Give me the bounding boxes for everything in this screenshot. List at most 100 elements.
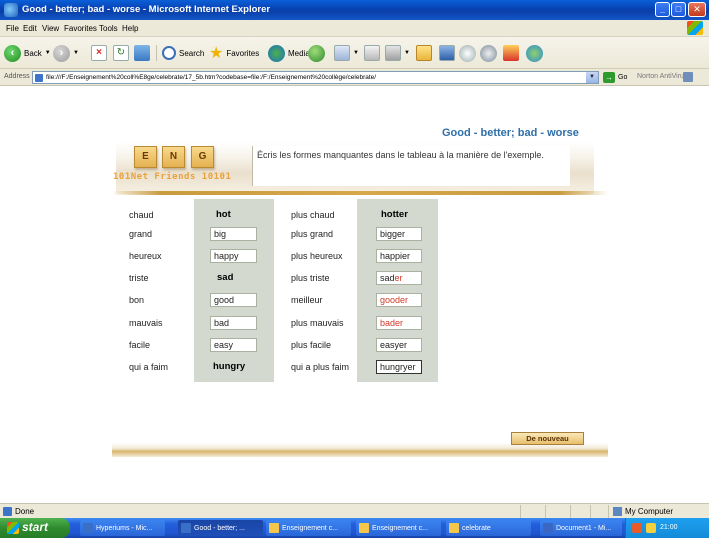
comparative-error-text: bader (380, 318, 404, 328)
back-label: Back (24, 48, 42, 58)
en-comparative-input[interactable]: happier (376, 249, 422, 263)
folder-icon (416, 45, 432, 61)
tile-e: E (134, 146, 157, 168)
taskbar-item-label: Good - better; ... (194, 524, 245, 532)
discuss-icon (480, 44, 497, 62)
research-button[interactable] (439, 44, 455, 62)
en-comparative-input[interactable]: easyer (376, 338, 422, 352)
menu-tools[interactable]: Tools (99, 24, 118, 33)
fr-word: facile (129, 340, 151, 350)
menu-file[interactable]: File (6, 24, 19, 33)
maximize-button[interactable]: □ (671, 2, 686, 17)
search-button[interactable]: Search (162, 44, 204, 62)
discuss-button[interactable] (480, 44, 497, 62)
menu-view[interactable]: View (42, 24, 59, 33)
en-word-input[interactable]: big (210, 227, 257, 241)
refresh-button[interactable]: ↻ (113, 44, 129, 62)
menu-help[interactable]: Help (122, 24, 138, 33)
fr-word: heureux (129, 251, 162, 261)
en-comparative-input[interactable]: gooder (376, 293, 422, 307)
ie-window-icon (83, 523, 93, 533)
favorites-star-icon: ★ (209, 45, 224, 62)
tray-network-icon[interactable] (646, 523, 656, 533)
menu-bar: File Edit View Favorites Tools Help (0, 20, 709, 37)
print-button[interactable] (364, 44, 380, 62)
fr-comparative: meilleur (291, 295, 323, 305)
comparative-stem: sad (380, 273, 395, 283)
taskbar-item[interactable]: Hyperiums - Mic... (80, 520, 165, 536)
home-button[interactable] (134, 44, 150, 62)
address-value[interactable]: file:///F:/Enseignement%20coll%E8ge/cele… (46, 74, 376, 81)
close-button[interactable]: ✕ (688, 2, 706, 17)
en-comparative-input-active[interactable]: hungryer (376, 360, 422, 374)
address-dropdown-icon[interactable]: ▼ (586, 72, 598, 83)
history-button[interactable] (308, 44, 325, 62)
page-icon (35, 74, 43, 82)
address-label: Address (4, 73, 30, 80)
norton-antivirus-button[interactable]: Norton AntiVirus (637, 73, 687, 80)
forward-dropdown-icon[interactable]: ▼ (73, 50, 79, 56)
favorites-button[interactable]: ★ Favorites (209, 44, 259, 62)
en-comparative-input[interactable]: bader (376, 316, 422, 330)
taskbar-item-label: celebrate (462, 524, 491, 532)
taskbar-item-label: Enseignement c... (372, 524, 429, 532)
fr-comparative: plus triste (291, 273, 330, 283)
favorites-label: Favorites (226, 48, 260, 58)
net-friends-logo: 101Net Friends 10101 (113, 172, 232, 182)
edit-dropdown-icon[interactable]: ▼ (404, 50, 410, 56)
en-word-input[interactable]: bad (210, 316, 257, 330)
search-label: Search (179, 48, 205, 58)
en-comparative-input[interactable]: sader (376, 271, 422, 285)
stop-button[interactable]: × (91, 44, 107, 62)
restart-button[interactable]: De nouveau (511, 432, 584, 445)
en-comparative-given: hotter (381, 209, 408, 220)
messenger-button[interactable] (459, 44, 476, 62)
media-icon (268, 44, 285, 62)
fr-comparative: qui a plus faim (291, 362, 350, 372)
history-icon (308, 44, 325, 62)
taskbar-item-label: Document1 - Mi... (556, 524, 612, 532)
taskbar-item-label: Enseignement c... (282, 524, 339, 532)
taskbar-item[interactable]: Enseignement c... (356, 520, 441, 536)
taskbar-item-active[interactable]: Good - better; ... (178, 520, 263, 536)
minimize-button[interactable]: _ (655, 2, 670, 17)
forward-button[interactable]: › ▼ (53, 44, 79, 62)
go-button[interactable]: → Go (603, 72, 627, 83)
folder-button[interactable] (416, 44, 432, 62)
edit-button[interactable]: ▼ (385, 44, 410, 62)
address-input[interactable]: file:///F:/Enseignement%20coll%E8ge/cele… (32, 71, 599, 84)
clock: 21:00 (660, 524, 678, 531)
taskbar-item[interactable]: Enseignement c... (266, 520, 351, 536)
media-button[interactable]: Media (268, 44, 310, 62)
messenger-people-button[interactable] (526, 44, 543, 62)
address-bar: Address file:///F:/Enseignement%20coll%E… (0, 69, 709, 86)
fr-word: bon (129, 295, 145, 305)
en-comparative-input[interactable]: bigger (376, 227, 422, 241)
back-dropdown-icon[interactable]: ▼ (45, 50, 51, 56)
addon-button[interactable] (503, 44, 519, 62)
folder-icon (449, 523, 459, 533)
norton-icon[interactable] (683, 72, 693, 82)
en-word-input[interactable]: happy (210, 249, 257, 263)
windows-logo-icon (687, 21, 703, 35)
banner-divider (112, 191, 608, 195)
fr-word: grand (129, 229, 153, 239)
taskbar-item[interactable]: Document1 - Mi... (540, 520, 622, 536)
en-word-input[interactable]: easy (210, 338, 257, 352)
start-button[interactable]: start (0, 518, 70, 538)
tile-n: N (162, 146, 185, 168)
go-arrow-icon: → (603, 72, 615, 83)
fr-comparative: plus chaud (291, 210, 335, 220)
en-word-input[interactable]: good (210, 293, 257, 307)
menu-edit[interactable]: Edit (23, 24, 37, 33)
instruction-text: Écris les formes manquantes dans le tabl… (252, 146, 570, 186)
window-title: Good - better; bad - worse - Microsoft I… (22, 4, 271, 15)
mail-dropdown-icon[interactable]: ▼ (353, 50, 359, 56)
tray-app-icon[interactable] (632, 523, 642, 533)
fr-word: triste (129, 273, 149, 283)
status-text: Done (15, 507, 35, 516)
taskbar-item[interactable]: celebrate (446, 520, 531, 536)
back-button[interactable]: ‹ Back ▼ (4, 44, 51, 62)
mail-button[interactable]: ▼ (334, 44, 359, 62)
menu-favorites[interactable]: Favorites (64, 24, 97, 33)
